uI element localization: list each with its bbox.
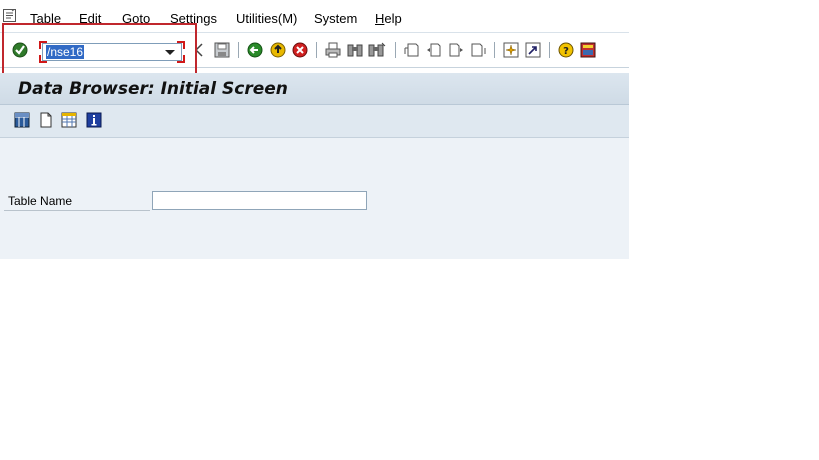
toolbar-separator — [549, 42, 550, 58]
toolbar-separator — [238, 42, 239, 58]
info-icon[interactable] — [86, 112, 102, 128]
create-session-icon[interactable] — [502, 41, 520, 59]
page-title: Data Browser: Initial Screen — [18, 79, 288, 99]
toolbar-separator — [316, 42, 317, 58]
table-contents-icon[interactable] — [14, 112, 30, 128]
sap-window: Table Edit Goto Settings Utilities(M) Sy… — [0, 0, 629, 259]
table-name-input[interactable] — [152, 191, 367, 210]
find-icon[interactable] — [346, 41, 364, 59]
application-toolbar — [0, 105, 629, 138]
first-page-icon[interactable] — [403, 41, 421, 59]
save-icon[interactable] — [213, 41, 231, 59]
help-icon[interactable]: ? — [557, 41, 575, 59]
toolbar-separator — [494, 42, 495, 58]
content-area: Table Name — [0, 138, 629, 259]
svg-text:?: ? — [563, 46, 569, 57]
find-next-icon[interactable] — [368, 41, 386, 59]
print-icon[interactable] — [324, 41, 342, 59]
table-view-icon[interactable] — [61, 112, 77, 128]
cancel-icon[interactable] — [291, 41, 309, 59]
menu-utilities[interactable]: Utilities(M) — [236, 11, 297, 26]
customize-layout-icon[interactable] — [579, 41, 597, 59]
shortcut-icon[interactable] — [524, 41, 542, 59]
previous-page-icon[interactable] — [425, 41, 443, 59]
table-name-label: Table Name — [8, 194, 73, 208]
exit-icon[interactable] — [269, 41, 287, 59]
label-underline — [4, 210, 150, 211]
menu-system[interactable]: System — [314, 11, 357, 26]
last-page-icon[interactable] — [469, 41, 487, 59]
toolbar-separator — [395, 42, 396, 58]
system-menu-icon[interactable] — [3, 8, 16, 22]
back-icon[interactable] — [246, 41, 264, 59]
new-entries-icon[interactable] — [38, 112, 54, 128]
menu-help[interactable]: Help — [375, 11, 402, 26]
highlight-annotation — [2, 23, 197, 78]
next-page-icon[interactable] — [447, 41, 465, 59]
title-bar: Data Browser: Initial Screen — [0, 73, 629, 105]
